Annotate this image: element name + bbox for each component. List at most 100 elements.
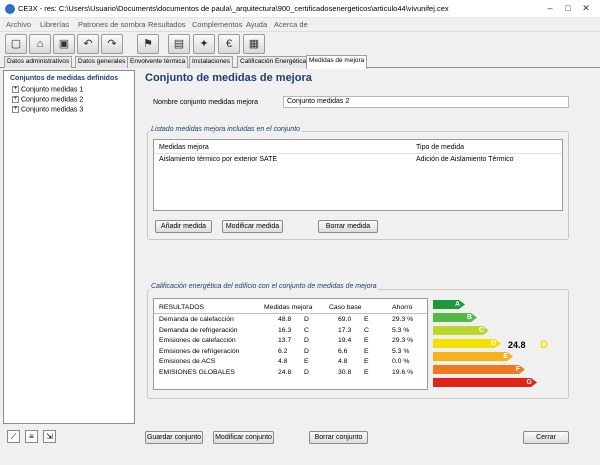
measures-tree-panel: Conjuntos de medidas definidos + Conjunto… [3, 70, 135, 424]
rating-bar-e: E [433, 352, 513, 361]
name-field-label: Nombre conjunto medidas mejora [153, 99, 259, 106]
undo-icon[interactable]: ↶ [77, 34, 99, 54]
ahorro-header: Ahorro [392, 304, 413, 311]
title-bar: CE3X - res: C:\Users\Usuario\Documents\d… [0, 0, 600, 18]
building-flag-icon[interactable]: ⚑ [137, 34, 159, 54]
ahorro-value: 19.6 % [392, 368, 414, 376]
ahorro-value: 29.3 % [392, 316, 414, 323]
tab-instalaciones[interactable]: Instalaciones [189, 56, 233, 68]
delete-measure-button[interactable]: Borrar medida [318, 220, 378, 233]
tree-item-label: Conjunto medidas 2 [21, 96, 84, 104]
menu-complementos[interactable]: Complementos [192, 20, 242, 29]
base-value: 19.4 [338, 337, 352, 344]
open-folder-icon[interactable]: ⌂ [29, 34, 51, 54]
mejora-grade: D [304, 368, 309, 376]
delete-set-button[interactable]: Borrar conjunto [309, 431, 368, 444]
page-title: Conjunto de medidas de mejora [145, 72, 312, 84]
result-label: Emisiones de calefacción [159, 337, 236, 344]
tab-medidas-de-mejora[interactable]: Medidas de mejora [306, 55, 368, 69]
base-grade: E [364, 347, 369, 355]
mejora-grade: D [304, 316, 309, 323]
rating-bar-b: B [433, 313, 477, 322]
measures-list-group-title: Listado medidas mejora incluidas en el c… [150, 126, 302, 133]
modify-set-button[interactable]: Modificar conjunto [213, 431, 274, 444]
base-value: 30.8 [338, 368, 352, 376]
mejora-value: 13.7 [278, 337, 292, 344]
close-button[interactable]: Cerrar [523, 431, 569, 444]
menu-ayuda[interactable]: Ayuda [246, 20, 267, 29]
add-measure-button[interactable]: Añadir medida [155, 220, 212, 233]
menu-patrones-sombra[interactable]: Patrones de sombra [78, 20, 146, 29]
base-header: Caso base [329, 304, 362, 311]
mejora-value: 16.3 [278, 326, 292, 334]
mejora-grade: D [304, 347, 309, 355]
base-grade: C [364, 326, 369, 334]
new-document-icon[interactable]: ▢ [5, 34, 27, 54]
minimize-icon[interactable]: – [541, 2, 559, 15]
stairs-building-icon[interactable]: ▤ [168, 34, 190, 54]
menu-archivo[interactable]: Archivo [6, 20, 31, 29]
tab-datos-generales[interactable]: Datos generales [75, 56, 129, 68]
tab-calificacion-energetica[interactable]: Calificación Energética [237, 56, 310, 68]
base-value: 69.0 [338, 316, 352, 323]
tree-item-label: Conjunto medidas 1 [21, 86, 84, 94]
menu-librerias[interactable]: Librerías [40, 20, 69, 29]
tree-item-conjunto-3[interactable]: + Conjunto medidas 3 [12, 106, 83, 113]
ahorro-value: 29.3 % [392, 337, 414, 344]
tab-bar: Datos administrativos Datos generales En… [0, 55, 600, 69]
result-label: Demanda de refrigeración [159, 326, 238, 334]
rating-value: 24.8 [508, 340, 526, 350]
base-value: 4.8 [338, 358, 348, 365]
measures-table: Medidas mejora Tipo de medida Aislamient… [153, 139, 563, 211]
rating-bar-d: D [433, 339, 501, 348]
base-grade: E [364, 368, 369, 376]
mejora-value: 6.2 [278, 347, 288, 355]
expand-icon[interactable]: + [12, 106, 19, 113]
save-set-button[interactable]: Guardar conjunto [145, 431, 203, 444]
tab-envolvente-termica[interactable]: Envolvente térmica [127, 56, 189, 68]
mejora-grade: E [304, 358, 309, 365]
euro-icon[interactable]: € [218, 34, 240, 54]
ahorro-value: 0.0 % [392, 358, 410, 365]
notes-icon[interactable]: ▦ [243, 34, 265, 54]
close-icon[interactable]: ✕ [577, 2, 595, 15]
tree-root-label: Conjuntos de medidas definidos [10, 75, 119, 82]
result-label: Emisiones de refrigeración [159, 347, 240, 355]
result-label: Demanda de calefacción [159, 316, 234, 323]
resize-tool-icon[interactable]: ⇲ [43, 430, 56, 443]
tree-item-label: Conjunto medidas 3 [21, 106, 84, 114]
name-field-input[interactable]: Conjunto medidas 2 [283, 96, 569, 108]
list-tool-icon[interactable]: ≡ [25, 430, 38, 443]
mejora-value: 4.8 [278, 358, 288, 365]
magic-wand-icon[interactable]: ✦ [193, 34, 215, 54]
ahorro-value: 5.3 % [392, 347, 410, 355]
mejora-header: Medidas mejora [264, 304, 313, 311]
redo-icon[interactable]: ↷ [101, 34, 123, 54]
mejora-grade: D [304, 337, 309, 344]
rating-bar-f: F [433, 365, 525, 374]
results-header-divider [154, 313, 427, 314]
maximize-icon[interactable]: □ [559, 2, 577, 15]
save-icon[interactable]: ▣ [53, 34, 75, 54]
tab-datos-administrativos[interactable]: Datos administrativos [4, 56, 73, 68]
menu-acerca-de[interactable]: Acerca de [274, 20, 308, 29]
tree-item-conjunto-2[interactable]: + Conjunto medidas 2 [12, 96, 83, 103]
tree-item-conjunto-1[interactable]: + Conjunto medidas 1 [12, 86, 83, 93]
type-column-header[interactable]: Tipo de medida [416, 144, 464, 151]
menu-bar: Archivo Librerías Patrones de sombra Res… [0, 18, 600, 31]
rating-bar-g: G [433, 378, 537, 387]
toolbar: ▢ ⌂ ▣ ↶ ↷ ⚑ ▤ ✦ € ▦ [0, 31, 600, 55]
wand-tool-icon[interactable]: ⟋ [7, 430, 20, 443]
rating-group-title: Calificación energética del edificio con… [150, 283, 378, 290]
modify-measure-button[interactable]: Modificar medida [222, 220, 283, 233]
menu-resultados[interactable]: Resultados [148, 20, 186, 29]
header-divider [154, 153, 562, 154]
result-label: Emisiones de ACS [159, 358, 216, 365]
measure-type-cell: Adición de Aislamiento Térmico [416, 156, 514, 163]
base-value: 6.6 [338, 347, 348, 355]
expand-icon[interactable]: + [12, 86, 19, 93]
expand-icon[interactable]: + [12, 96, 19, 103]
ahorro-value: 5.3 % [392, 326, 410, 334]
measures-column-header[interactable]: Medidas mejora [159, 144, 209, 151]
panel-tool-buttons: ⟋ ≡ ⇲ [3, 430, 135, 444]
